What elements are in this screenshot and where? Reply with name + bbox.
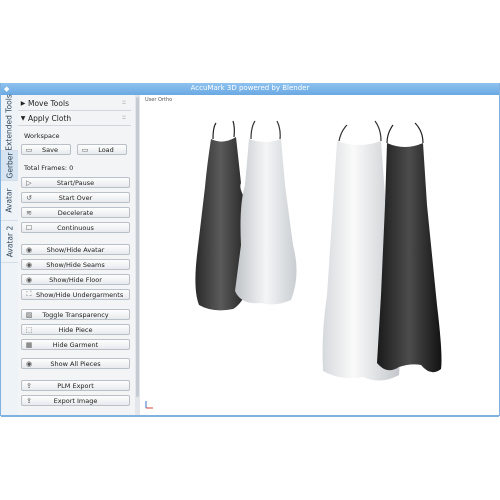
drag-handle-icon[interactable]: :::	[122, 114, 126, 121]
image-export-icon: ⇪	[26, 396, 32, 405]
collapse-arrow-icon: ▼	[20, 114, 26, 122]
dress-dark-long	[377, 122, 442, 373]
folder-icon: ▭	[81, 145, 89, 154]
dress-light-short	[235, 120, 297, 305]
continuous-button[interactable]: ☐ Continuous	[21, 222, 130, 233]
checkbox-icon: ☐	[25, 223, 33, 232]
decelerate-icon: ≋	[26, 208, 32, 217]
tab-extended-tools[interactable]: Extended Tools	[1, 94, 18, 151]
window-title: AccuMark 3D powered by Blender	[190, 84, 310, 92]
total-frames-label: Total Frames: 0	[24, 164, 74, 172]
export-image-button[interactable]: ⇪ Export Image	[21, 395, 130, 406]
show-hide-undergarments-button[interactable]: ⛶ Show/Hide Undergarments	[21, 289, 130, 300]
plm-export-button[interactable]: ⇪ PLM Export	[21, 380, 130, 391]
tab-gerber[interactable]: Gerber	[1, 151, 18, 181]
3d-viewport[interactable]: User Ortho	[141, 95, 499, 415]
undergarment-icon: ⛶	[26, 290, 32, 298]
show-hide-floor-button[interactable]: ◉ Show/Hide Floor	[21, 274, 130, 285]
eye-icon: ◉	[25, 359, 33, 368]
start-over-button[interactable]: ↺ Start Over	[21, 192, 130, 203]
vertical-tab-strip: Extended Tools Gerber Avatar Avatar 2	[1, 94, 19, 415]
app-window: ◆ AccuMark 3D powered by Blender Extende…	[0, 83, 500, 417]
tool-panel: ▶ Move Tools ::: ▼ Apply Cloth ::: Works…	[18, 95, 136, 415]
decelerate-button[interactable]: ≋ Decelerate	[21, 207, 130, 218]
workspace-label: Workspace	[24, 132, 60, 140]
eye-icon: ◉	[25, 245, 33, 254]
window-bottom-border	[1, 415, 499, 417]
toggle-transparency-button[interactable]: ▨ Toggle Transparency	[21, 309, 130, 320]
eye-icon: ◉	[25, 275, 33, 284]
folder-icon: ▭	[25, 145, 33, 154]
axis-gizmo-icon	[145, 401, 153, 409]
title-bar[interactable]: ◆ AccuMark 3D powered by Blender	[1, 83, 499, 95]
drag-handle-icon[interactable]: :::	[122, 99, 126, 106]
panel-scrollbar[interactable]	[135, 95, 140, 415]
load-button[interactable]: ▭ Load	[77, 144, 127, 155]
scrollbar-thumb[interactable]	[136, 97, 139, 397]
start-pause-button[interactable]: ▷ Start/Pause	[21, 177, 130, 188]
expand-arrow-icon: ▶	[20, 99, 26, 107]
hide-piece-button[interactable]: ⬚ Hide Piece	[21, 324, 130, 335]
tab-avatar-2[interactable]: Avatar 2	[1, 221, 18, 263]
tab-avatar[interactable]: Avatar	[1, 181, 18, 221]
piece-cursor-icon: ⬚	[25, 325, 33, 334]
show-hide-avatar-button[interactable]: ◉ Show/Hide Avatar	[21, 244, 130, 255]
hide-garment-button[interactable]: ▦ Hide Garment	[21, 339, 130, 350]
section-move-tools[interactable]: ▶ Move Tools :::	[18, 96, 131, 111]
section-apply-cloth[interactable]: ▼ Apply Cloth :::	[18, 111, 131, 126]
play-icon: ▷	[26, 178, 32, 187]
restart-icon: ↺	[26, 193, 32, 202]
show-hide-seams-button[interactable]: ◉ Show/Hide Seams	[21, 259, 130, 270]
garment-icon: ▦	[25, 340, 33, 349]
garment-render	[195, 120, 442, 381]
eye-icon: ◉	[25, 260, 33, 269]
save-button[interactable]: ▭ Save	[21, 144, 71, 155]
show-all-pieces-button[interactable]: ◉ Show All Pieces	[21, 358, 130, 369]
export-icon: ⇪	[26, 381, 32, 390]
transparency-icon: ▨	[25, 310, 33, 319]
